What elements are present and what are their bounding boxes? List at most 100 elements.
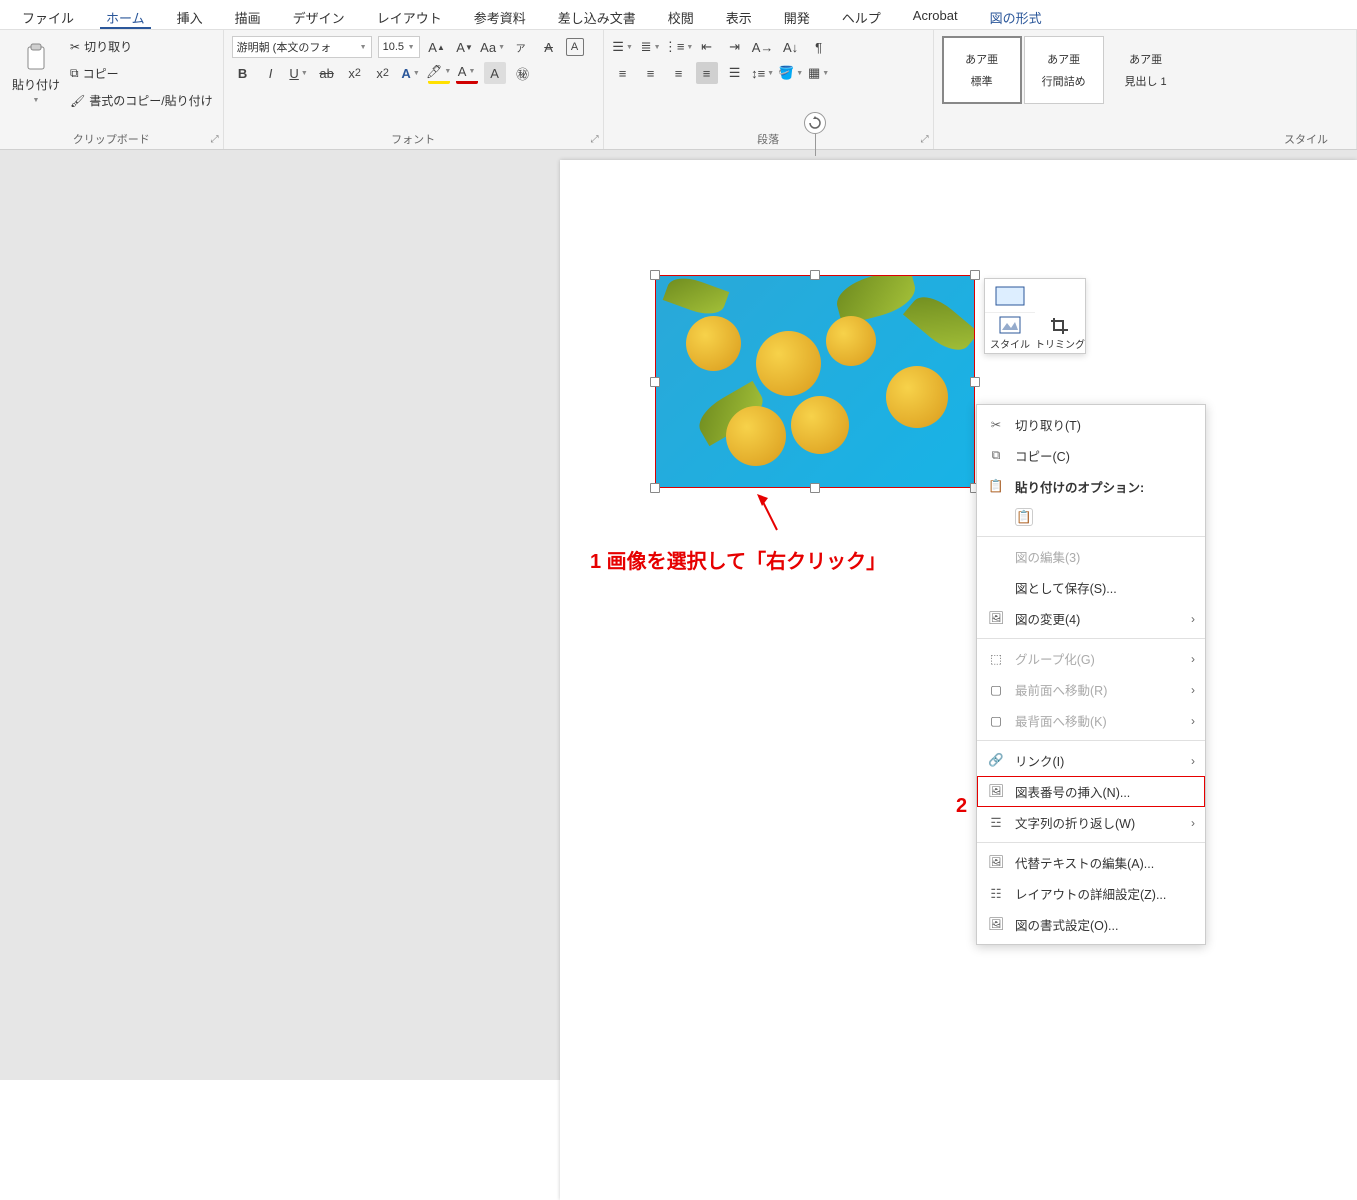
caption-icon: 🖼 bbox=[987, 783, 1005, 801]
mini-crop-button[interactable]: トリミング bbox=[1035, 313, 1085, 353]
copy-button[interactable]: ⧉ コピー bbox=[68, 63, 215, 84]
align-center-button[interactable]: ≡ bbox=[640, 62, 662, 84]
mini-style-preview[interactable] bbox=[985, 279, 1035, 313]
character-border-button[interactable]: ㊙ bbox=[512, 62, 534, 84]
change-case-button[interactable]: Aa▼ bbox=[482, 36, 504, 58]
resize-handle-t[interactable] bbox=[810, 270, 820, 280]
photo-placeholder bbox=[656, 276, 974, 487]
ctx-save-as-picture[interactable]: 図として保存(S)... bbox=[977, 572, 1205, 603]
ctx-change-picture[interactable]: 🖼 図の変更(4) › bbox=[977, 603, 1205, 634]
align-justify-button[interactable]: ≡ bbox=[696, 62, 718, 84]
grow-font-button[interactable]: A▲ bbox=[426, 36, 448, 58]
tab-mailings[interactable]: 差し込み文書 bbox=[552, 4, 642, 29]
ctx-separator bbox=[977, 536, 1205, 537]
ctx-paste-picture[interactable]: 📋 bbox=[977, 502, 1205, 532]
shading-button[interactable]: 🪣▼ bbox=[780, 62, 802, 84]
rotate-handle[interactable] bbox=[804, 112, 826, 134]
show-marks-button[interactable]: ¶ bbox=[808, 36, 830, 58]
clear-formatting-button[interactable]: A bbox=[538, 36, 560, 58]
style-label: 標準 bbox=[971, 73, 993, 89]
page[interactable]: スタイル トリミング ✂ 切り取り(T) ⧉ コピー(C) 📋 貼り付けのオプシ… bbox=[560, 160, 1357, 1200]
copy-icon: ⧉ bbox=[70, 66, 79, 81]
ctx-link[interactable]: 🔗 リンク(I) › bbox=[977, 745, 1205, 776]
ctx-insert-caption[interactable]: 🖼 図表番号の挿入(N)... bbox=[977, 776, 1205, 807]
tab-review[interactable]: 校閲 bbox=[662, 4, 700, 29]
format-painter-button[interactable]: 🖌 書式のコピー/貼り付け bbox=[68, 90, 215, 111]
ctx-paste-options[interactable]: 📋 貼り付けのオプション: bbox=[977, 471, 1205, 502]
highlight-button[interactable]: 🖊▼ bbox=[428, 62, 450, 84]
shrink-font-button[interactable]: A▼ bbox=[454, 36, 476, 58]
align-right-button[interactable]: ≡ bbox=[668, 62, 690, 84]
alt-text-icon: 🖼 bbox=[987, 854, 1005, 872]
borders-button[interactable]: ▦▼ bbox=[808, 62, 830, 84]
enclose-characters-button[interactable]: A bbox=[566, 38, 584, 56]
superscript-button[interactable]: x2 bbox=[372, 62, 394, 84]
ctx-edit-alt-text[interactable]: 🖼 代替テキストの編集(A)... bbox=[977, 847, 1205, 878]
font-size-combo[interactable]: 10.5▼ bbox=[378, 36, 420, 58]
tab-help[interactable]: ヘルプ bbox=[836, 4, 887, 29]
increase-indent-button[interactable]: ⇥ bbox=[724, 36, 746, 58]
resize-handle-bl[interactable] bbox=[650, 483, 660, 493]
tab-draw[interactable]: 描画 bbox=[229, 4, 267, 29]
bullets-button[interactable]: ☰▼ bbox=[612, 36, 634, 58]
italic-button[interactable]: I bbox=[260, 62, 282, 84]
font-size-value: 10.5 bbox=[383, 41, 404, 53]
resize-handle-tr[interactable] bbox=[970, 270, 980, 280]
line-spacing-button[interactable]: ↕≡▼ bbox=[752, 62, 774, 84]
ctx-format-picture[interactable]: 🖼 図の書式設定(O)... bbox=[977, 909, 1205, 940]
style-no-spacing[interactable]: あア亜 行間詰め bbox=[1024, 36, 1104, 104]
phonetic-guide-button[interactable]: ア bbox=[510, 36, 532, 58]
sort-button[interactable]: A↓ bbox=[780, 36, 802, 58]
strikethrough-button[interactable]: ab bbox=[316, 62, 338, 84]
resize-handle-l[interactable] bbox=[650, 377, 660, 387]
resize-handle-b[interactable] bbox=[810, 483, 820, 493]
font-name-combo[interactable]: 游明朝 (本文のフォ▼ bbox=[232, 36, 372, 58]
paste-button[interactable]: 貼り付け ▼ bbox=[8, 40, 64, 108]
subscript-button[interactable]: x2 bbox=[344, 62, 366, 84]
ctx-text-wrap[interactable]: ☲ 文字列の折り返し(W) › bbox=[977, 807, 1205, 838]
selected-image[interactable] bbox=[655, 275, 975, 488]
font-color-button[interactable]: A▼ bbox=[456, 62, 478, 84]
style-heading1[interactable]: あア亜 見出し 1 bbox=[1106, 36, 1186, 104]
mini-style-button[interactable]: スタイル bbox=[985, 313, 1035, 353]
tab-acrobat[interactable]: Acrobat bbox=[907, 4, 964, 29]
decrease-indent-button[interactable]: ⇤ bbox=[696, 36, 718, 58]
font-dialog-launcher[interactable]: ⤢ bbox=[591, 134, 599, 145]
ctx-cut[interactable]: ✂ 切り取り(T) bbox=[977, 409, 1205, 440]
text-effects-button[interactable]: A▼ bbox=[400, 62, 422, 84]
tab-design[interactable]: デザイン bbox=[287, 4, 351, 29]
ltr-button[interactable]: A→ bbox=[752, 36, 774, 58]
ctx-group-label: グループ化(G) bbox=[1015, 649, 1095, 668]
resize-handle-tl[interactable] bbox=[650, 270, 660, 280]
paragraph-dialog-launcher[interactable]: ⤢ bbox=[921, 134, 929, 145]
tab-layout[interactable]: レイアウト bbox=[371, 4, 448, 29]
tab-developer[interactable]: 開発 bbox=[778, 4, 816, 29]
tab-view[interactable]: 表示 bbox=[720, 4, 758, 29]
character-shading-button[interactable]: A bbox=[484, 62, 506, 84]
scissors-icon: ✂ bbox=[70, 40, 80, 54]
style-sample: あア亜 bbox=[1047, 51, 1080, 67]
bold-button[interactable]: B bbox=[232, 62, 254, 84]
chevron-right-icon: › bbox=[1191, 652, 1195, 666]
style-label: 行間詰め bbox=[1042, 73, 1086, 89]
tab-references[interactable]: 参考資料 bbox=[468, 4, 532, 29]
clipboard-dialog-launcher[interactable]: ⤢ bbox=[211, 134, 219, 145]
cut-button[interactable]: ✂ 切り取り bbox=[68, 36, 215, 57]
tab-insert[interactable]: 挿入 bbox=[171, 4, 209, 29]
multilevel-button[interactable]: ⋮≡▼ bbox=[668, 36, 690, 58]
annotation-arrow-icon bbox=[755, 492, 785, 532]
resize-handle-r[interactable] bbox=[970, 377, 980, 387]
mini-style-label: スタイル bbox=[990, 336, 1030, 351]
tab-file[interactable]: ファイル bbox=[16, 4, 80, 29]
tab-home[interactable]: ホーム bbox=[100, 4, 151, 29]
ctx-layout-more[interactable]: ☷ レイアウトの詳細設定(Z)... bbox=[977, 878, 1205, 909]
distributed-button[interactable]: ☰ bbox=[724, 62, 746, 84]
underline-button[interactable]: U▼ bbox=[288, 62, 310, 84]
numbering-button[interactable]: ≣▼ bbox=[640, 36, 662, 58]
ctx-copy[interactable]: ⧉ コピー(C) bbox=[977, 440, 1205, 471]
tab-picture-format[interactable]: 図の形式 bbox=[984, 4, 1048, 29]
style-normal[interactable]: あア亜 標準 bbox=[942, 36, 1022, 104]
paste-label: 貼り付け bbox=[12, 76, 60, 93]
align-left-button[interactable]: ≡ bbox=[612, 62, 634, 84]
group-font: 游明朝 (本文のフォ▼ 10.5▼ A▲ A▼ Aa▼ ア A A B I U▼… bbox=[224, 30, 604, 149]
